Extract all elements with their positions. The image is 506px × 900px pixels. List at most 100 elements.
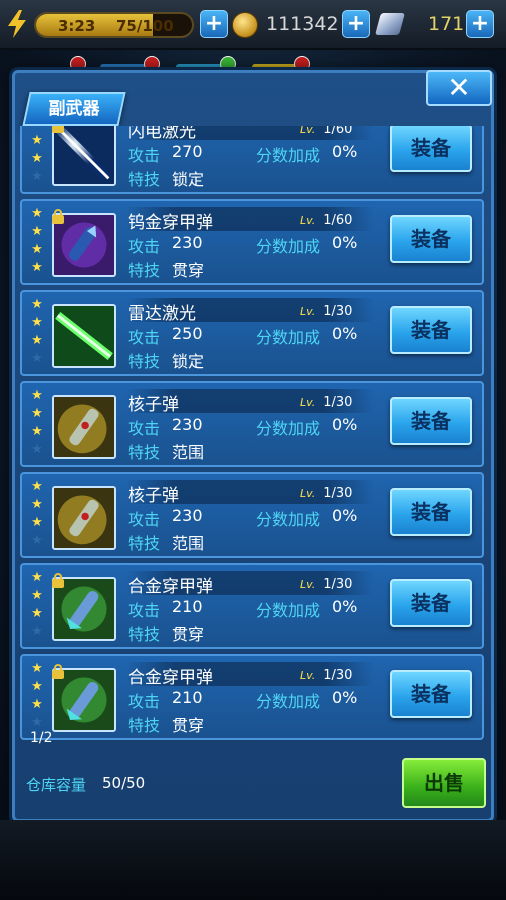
skill-value: 贯穿 [172, 625, 205, 644]
attack-value: 230 [172, 233, 203, 252]
attack-label: 攻击 [128, 692, 161, 711]
add-coins-button[interactable]: + [342, 10, 370, 38]
skill-value: 范围 [172, 443, 205, 462]
equip-button[interactable]: 装备 [390, 397, 472, 445]
sell-button[interactable]: 出售 [402, 758, 486, 808]
skill-label: 特技 [128, 170, 161, 189]
score-bonus-value: 0% [332, 597, 358, 616]
star-icon: ★ [31, 388, 43, 403]
weapon-level: Lv. 1/30 [300, 668, 352, 683]
score-bonus-value: 0% [332, 506, 358, 525]
score-bonus-label: 分数加成 [256, 328, 321, 347]
weapon-icon [52, 395, 116, 459]
skill-value: 贯穿 [172, 261, 205, 280]
weapon-name: 合金穿甲弹 [128, 668, 213, 688]
star-icon: ★ [31, 624, 43, 639]
star-rating: ★ ★ ★ ★ [30, 662, 44, 734]
score-bonus-label: 分数加成 [256, 510, 321, 529]
skill-value: 锁定 [172, 170, 205, 189]
star-icon: ★ [31, 424, 43, 439]
score-bonus-label: 分数加成 [256, 146, 321, 165]
star-icon: ★ [31, 588, 43, 603]
lock-icon [52, 126, 66, 133]
energy-timer: 3:23 [58, 17, 96, 35]
weapon-level: Lv. 1/30 [300, 577, 352, 592]
star-rating: ★ ★ ★ ★ [30, 207, 44, 279]
star-icon: ★ [31, 351, 43, 366]
lock-icon [52, 664, 66, 679]
level-value: 1/60 [323, 126, 353, 137]
equip-button[interactable]: 装备 [390, 306, 472, 354]
skill-label: 特技 [128, 261, 161, 280]
lock-icon [52, 209, 66, 224]
star-rating: ★ ★ ★ ★ [30, 571, 44, 643]
attack-value: 270 [172, 142, 203, 161]
weapon-level: Lv. 1/30 [300, 304, 352, 319]
skill-value: 范围 [172, 534, 205, 553]
score-bonus-value: 0% [332, 415, 358, 434]
weapon-level: Lv. 1/30 [300, 486, 352, 501]
level-prefix: Lv. [300, 487, 316, 500]
weapon-row[interactable]: ★ ★ ★ ★ 合金穿甲弹 Lv. 1/30 攻击 210 分数加成 0% 特技 贯穿 装备 [20, 563, 484, 649]
equip-button[interactable]: 装备 [390, 579, 472, 627]
energy-count: 75/100 [116, 17, 174, 35]
energy-bar: 3:23 75/100 [34, 12, 194, 38]
star-icon: ★ [31, 533, 43, 548]
weapon-name: 雷达激光 [128, 304, 196, 324]
star-icon: ★ [31, 133, 43, 148]
resource-bar: 3:23 75/100 + 111342 + 171 + [0, 0, 506, 50]
attack-label: 攻击 [128, 237, 161, 256]
star-rating: ★ ★ ★ ★ [30, 126, 44, 188]
star-icon: ★ [31, 697, 43, 712]
close-button[interactable]: ✕ [426, 70, 492, 106]
score-bonus-value: 0% [332, 142, 358, 161]
capacity-label: 仓库容量 [26, 776, 87, 794]
level-prefix: Lv. [300, 305, 316, 318]
level-prefix: Lv. [300, 396, 316, 409]
level-value: 1/30 [323, 395, 353, 410]
attack-value: 230 [172, 415, 203, 434]
weapon-level: Lv. 1/60 [300, 126, 352, 137]
equip-button[interactable]: 装备 [390, 215, 472, 263]
add-energy-button[interactable]: + [200, 10, 228, 38]
weapon-row[interactable]: ★ ★ ★ ★ 钨金穿甲弹 Lv. 1/60 攻击 230 分数加成 0% 特技 贯穿 装备 [20, 199, 484, 285]
level-value: 1/30 [323, 668, 353, 683]
level-value: 1/30 [323, 304, 353, 319]
coin-count: 111342 [266, 13, 339, 35]
star-icon: ★ [31, 715, 43, 730]
weapon-list[interactable]: ★★★★闪电激光Lv.1/60攻击270分数加成0%特技锁定装备★★★★钨金穿甲… [20, 126, 486, 748]
weapon-row[interactable]: ★ ★ ★ ★ 雷达激光 Lv. 1/30 攻击 250 分数加成 0% 特技 锁定 装备 [20, 290, 484, 376]
weapon-name: 钨金穿甲弹 [128, 213, 213, 233]
equip-button[interactable]: 装备 [390, 488, 472, 536]
level-value: 1/30 [323, 486, 353, 501]
attack-label: 攻击 [128, 146, 161, 165]
level-prefix: Lv. [300, 669, 316, 682]
star-icon: ★ [31, 169, 43, 184]
panel-title: 副武器 [48, 99, 100, 119]
weapon-row[interactable]: ★ ★ ★ ★ 核子弹 Lv. 1/30 攻击 230 分数加成 0% 特技 范围 装备 [20, 472, 484, 558]
weapon-name: 闪电激光 [128, 126, 196, 142]
bottom-frame [0, 820, 506, 900]
weapon-row[interactable]: ★ ★ ★ ★ 合金穿甲弹 Lv. 1/30 攻击 210 分数加成 0% 特技 贯穿 装备 [20, 654, 484, 740]
star-icon: ★ [31, 479, 43, 494]
star-icon: ★ [31, 315, 43, 330]
equip-button[interactable]: 装备 [390, 670, 472, 718]
level-value: 1/60 [323, 213, 353, 228]
lightning-icon [8, 10, 26, 38]
score-bonus-label: 分数加成 [256, 237, 321, 256]
score-bonus-label: 分数加成 [256, 692, 321, 711]
add-gems-button[interactable]: + [466, 10, 494, 38]
weapon-name: 核子弹 [128, 486, 179, 506]
star-icon: ★ [31, 224, 43, 239]
star-icon: ★ [31, 260, 43, 275]
star-rating: ★ ★ ★ ★ [30, 298, 44, 370]
star-icon: ★ [31, 242, 43, 257]
score-bonus-label: 分数加成 [256, 419, 321, 438]
level-value: 1/30 [323, 577, 353, 592]
level-prefix: Lv. [300, 214, 316, 227]
attack-label: 攻击 [128, 419, 161, 438]
equip-button[interactable]: 装备 [390, 126, 472, 172]
weapon-row[interactable]: ★ ★ ★ ★ 核子弹 Lv. 1/30 攻击 230 分数加成 0% 特技 范围 装备 [20, 381, 484, 467]
skill-label: 特技 [128, 534, 161, 553]
weapon-row[interactable]: ★ ★ ★ ★ 闪电激光 Lv. 1/60 攻击 270 分数加成 0% 特技锁定 装备 [20, 126, 484, 194]
